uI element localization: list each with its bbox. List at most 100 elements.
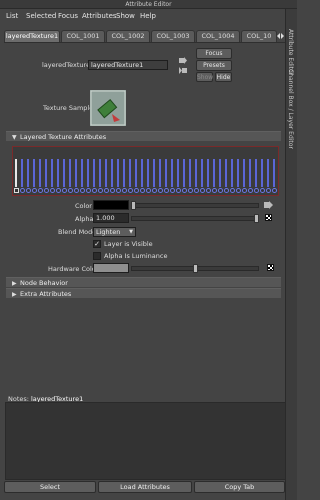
alpha-slider[interactable] <box>131 216 259 221</box>
layer-tick[interactable] <box>45 159 47 187</box>
layer-remove-dot[interactable] <box>44 188 49 193</box>
layer-tick[interactable] <box>75 159 77 187</box>
layer-tick[interactable] <box>135 159 137 187</box>
layer-remove-dot[interactable] <box>146 188 151 193</box>
layer-remove-dot[interactable] <box>266 188 271 193</box>
tab-col-1003[interactable]: COL_1003 <box>151 30 195 42</box>
layer-remove-dot[interactable] <box>20 188 25 193</box>
layer-remove-dot[interactable] <box>164 188 169 193</box>
layer-remove-dot[interactable] <box>62 188 67 193</box>
layer-tick[interactable] <box>141 159 143 187</box>
layer-remove-dot[interactable] <box>242 188 247 193</box>
tab-col-1004[interactable]: COL_1004 <box>196 30 240 42</box>
layer-remove-dot[interactable] <box>152 188 157 193</box>
layer-remove-dot[interactable] <box>68 188 73 193</box>
layer-tick[interactable] <box>123 159 125 187</box>
layer-tick[interactable] <box>159 159 161 187</box>
color-swatch[interactable] <box>93 200 129 210</box>
show-button[interactable]: Show <box>196 72 213 82</box>
layer-tick[interactable] <box>111 159 113 187</box>
copy-tab-button[interactable]: Copy Tab <box>194 481 285 493</box>
layer-tick[interactable] <box>183 159 185 187</box>
layer-remove-dot[interactable] <box>86 188 91 193</box>
layer-tick[interactable] <box>255 159 257 187</box>
layer-remove-dot[interactable] <box>224 188 229 193</box>
layer-remove-dot[interactable] <box>26 188 31 193</box>
layer-remove-dot[interactable] <box>206 188 211 193</box>
layer-tick[interactable] <box>105 159 107 187</box>
layer-tick[interactable] <box>99 159 101 187</box>
hardware-color-checker-icon[interactable] <box>267 264 274 271</box>
presets-button[interactable]: Presets <box>196 60 232 71</box>
layer-remove-dot[interactable] <box>128 188 133 193</box>
layer-tick[interactable] <box>129 159 131 187</box>
layer-remove-dot[interactable] <box>104 188 109 193</box>
layer-remove-dot[interactable] <box>188 188 193 193</box>
menu-show[interactable]: Show <box>116 12 135 20</box>
delete-layer-icon[interactable] <box>14 188 19 193</box>
layer-remove-dot[interactable] <box>200 188 205 193</box>
layer-tick[interactable] <box>207 159 209 187</box>
select-button[interactable]: Select <box>4 481 96 493</box>
layer-remove-dot[interactable] <box>230 188 235 193</box>
layer-remove-dot[interactable] <box>134 188 139 193</box>
focus-button[interactable]: Focus <box>196 48 232 59</box>
layer-tick[interactable] <box>27 159 29 187</box>
layer-tick[interactable] <box>51 159 53 187</box>
menu-attributes[interactable]: Attributes <box>82 12 117 20</box>
layer-tick[interactable] <box>57 159 59 187</box>
layer-remove-dot[interactable] <box>182 188 187 193</box>
layer-remove-dot[interactable] <box>56 188 61 193</box>
layer-tick[interactable] <box>69 159 71 187</box>
load-attributes-button[interactable]: Load Attributes <box>98 481 192 493</box>
menu-list[interactable]: List <box>6 12 18 20</box>
map-texture-icon[interactable] <box>264 201 273 209</box>
menu-focus[interactable]: Focus <box>58 12 78 20</box>
section-extra-attributes[interactable]: ▶ Extra Attributes <box>6 288 281 298</box>
tab-col-1002[interactable]: COL_1002 <box>106 30 150 42</box>
layer-remove-dot[interactable] <box>92 188 97 193</box>
layer-tick[interactable] <box>189 159 191 187</box>
layer-tick[interactable] <box>87 159 89 187</box>
layer-tick[interactable] <box>243 159 245 187</box>
layer-tick[interactable] <box>249 159 251 187</box>
layer-remove-dot[interactable] <box>32 188 37 193</box>
layer-remove-dot[interactable] <box>176 188 181 193</box>
color-slider[interactable] <box>131 203 259 208</box>
alpha-map-checker-icon[interactable] <box>265 214 272 221</box>
layer-swatch-panel[interactable] <box>12 146 279 196</box>
layer-remove-dot[interactable] <box>122 188 127 193</box>
layer-tick[interactable] <box>153 159 155 187</box>
alpha-field[interactable]: 1.000 <box>93 213 129 223</box>
layer-remove-dot[interactable] <box>158 188 163 193</box>
layer-remove-dot[interactable] <box>212 188 217 193</box>
layer-tick[interactable] <box>219 159 221 187</box>
layer-tick[interactable] <box>33 159 35 187</box>
layer-remove-dot[interactable] <box>254 188 259 193</box>
layer-remove-dot[interactable] <box>116 188 121 193</box>
layer-tick[interactable] <box>117 159 119 187</box>
hardware-color-slider-thumb[interactable] <box>193 264 198 273</box>
layer-remove-dot[interactable] <box>170 188 175 193</box>
layer-tick[interactable] <box>195 159 197 187</box>
hardware-color-swatch[interactable] <box>93 263 129 273</box>
layer-tick[interactable] <box>39 159 41 187</box>
texture-sample-swatch[interactable] <box>90 90 126 126</box>
layer-tick[interactable] <box>93 159 95 187</box>
layer-remove-dot[interactable] <box>80 188 85 193</box>
layer-tick[interactable] <box>273 159 275 187</box>
layer-tick[interactable] <box>165 159 167 187</box>
layer-remove-dot[interactable] <box>38 188 43 193</box>
tab-scroll-arrows-icon[interactable] <box>276 31 285 41</box>
layer-tick[interactable] <box>177 159 179 187</box>
node-name-field[interactable]: layeredTexture1 <box>88 60 168 70</box>
layer-remove-dot[interactable] <box>50 188 55 193</box>
layer-tick[interactable] <box>147 159 149 187</box>
layer-remove-dot[interactable] <box>248 188 253 193</box>
color-slider-thumb[interactable] <box>131 201 136 210</box>
alpha-slider-thumb[interactable] <box>254 214 259 223</box>
layer-tick[interactable] <box>225 159 227 187</box>
menu-selected[interactable]: Selected <box>26 12 56 20</box>
tab-channel-box-layer-editor[interactable]: Channel Box / Layer Editor <box>287 69 294 149</box>
blend-mode-dropdown[interactable]: Lighten ▼ <box>93 227 136 237</box>
